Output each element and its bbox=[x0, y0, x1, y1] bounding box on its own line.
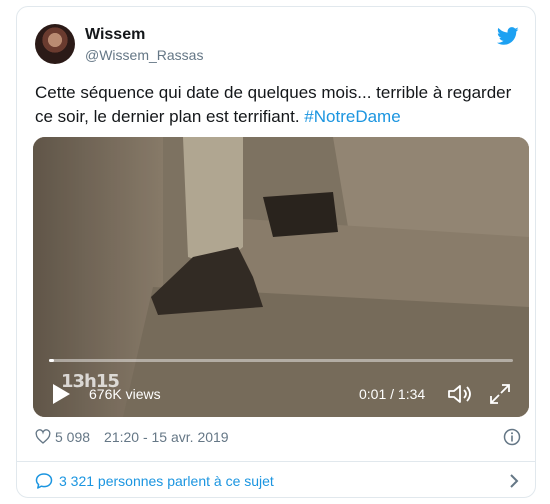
tweet-text: Cette séquence qui date de quelques mois… bbox=[35, 81, 525, 129]
view-count: 676K views bbox=[89, 386, 161, 402]
tweet-timestamp[interactable]: 21:20 - 15 avr. 2019 bbox=[104, 429, 229, 445]
tweet-card: Wissem @Wissem_Rassas Cette séquence qui… bbox=[16, 6, 536, 498]
fullscreen-icon[interactable] bbox=[489, 383, 511, 405]
play-icon[interactable] bbox=[51, 383, 71, 405]
video-progress-fill bbox=[49, 359, 54, 362]
conversation-link[interactable]: 3 321 personnes parlent à ce sujet bbox=[35, 472, 274, 490]
info-icon[interactable] bbox=[503, 428, 521, 446]
video-timecode: 0:01 / 1:34 bbox=[359, 386, 426, 402]
video-player[interactable]: 13h15 676K views 0:01 / 1:34 bbox=[33, 137, 529, 417]
heart-icon[interactable] bbox=[35, 429, 51, 445]
divider bbox=[17, 461, 535, 462]
volume-muted-icon[interactable] bbox=[447, 383, 473, 405]
chevron-right-icon[interactable] bbox=[507, 473, 521, 489]
twitter-bird-icon[interactable] bbox=[497, 25, 519, 47]
avatar[interactable] bbox=[35, 24, 75, 64]
hashtag-link[interactable]: #NotreDame bbox=[304, 107, 400, 126]
author-handle[interactable]: @Wissem_Rassas bbox=[85, 47, 203, 63]
conversation-text: 3 321 personnes parlent à ce sujet bbox=[59, 473, 274, 489]
video-progress-bar[interactable] bbox=[49, 359, 513, 362]
like-count[interactable]: 5 098 bbox=[55, 429, 90, 445]
author-name[interactable]: Wissem bbox=[85, 26, 145, 44]
speech-bubble-icon bbox=[35, 473, 53, 489]
tweet-meta: 5 098 21:20 - 15 avr. 2019 bbox=[35, 429, 229, 445]
tweet-body: Cette séquence qui date de quelques mois… bbox=[35, 83, 512, 126]
